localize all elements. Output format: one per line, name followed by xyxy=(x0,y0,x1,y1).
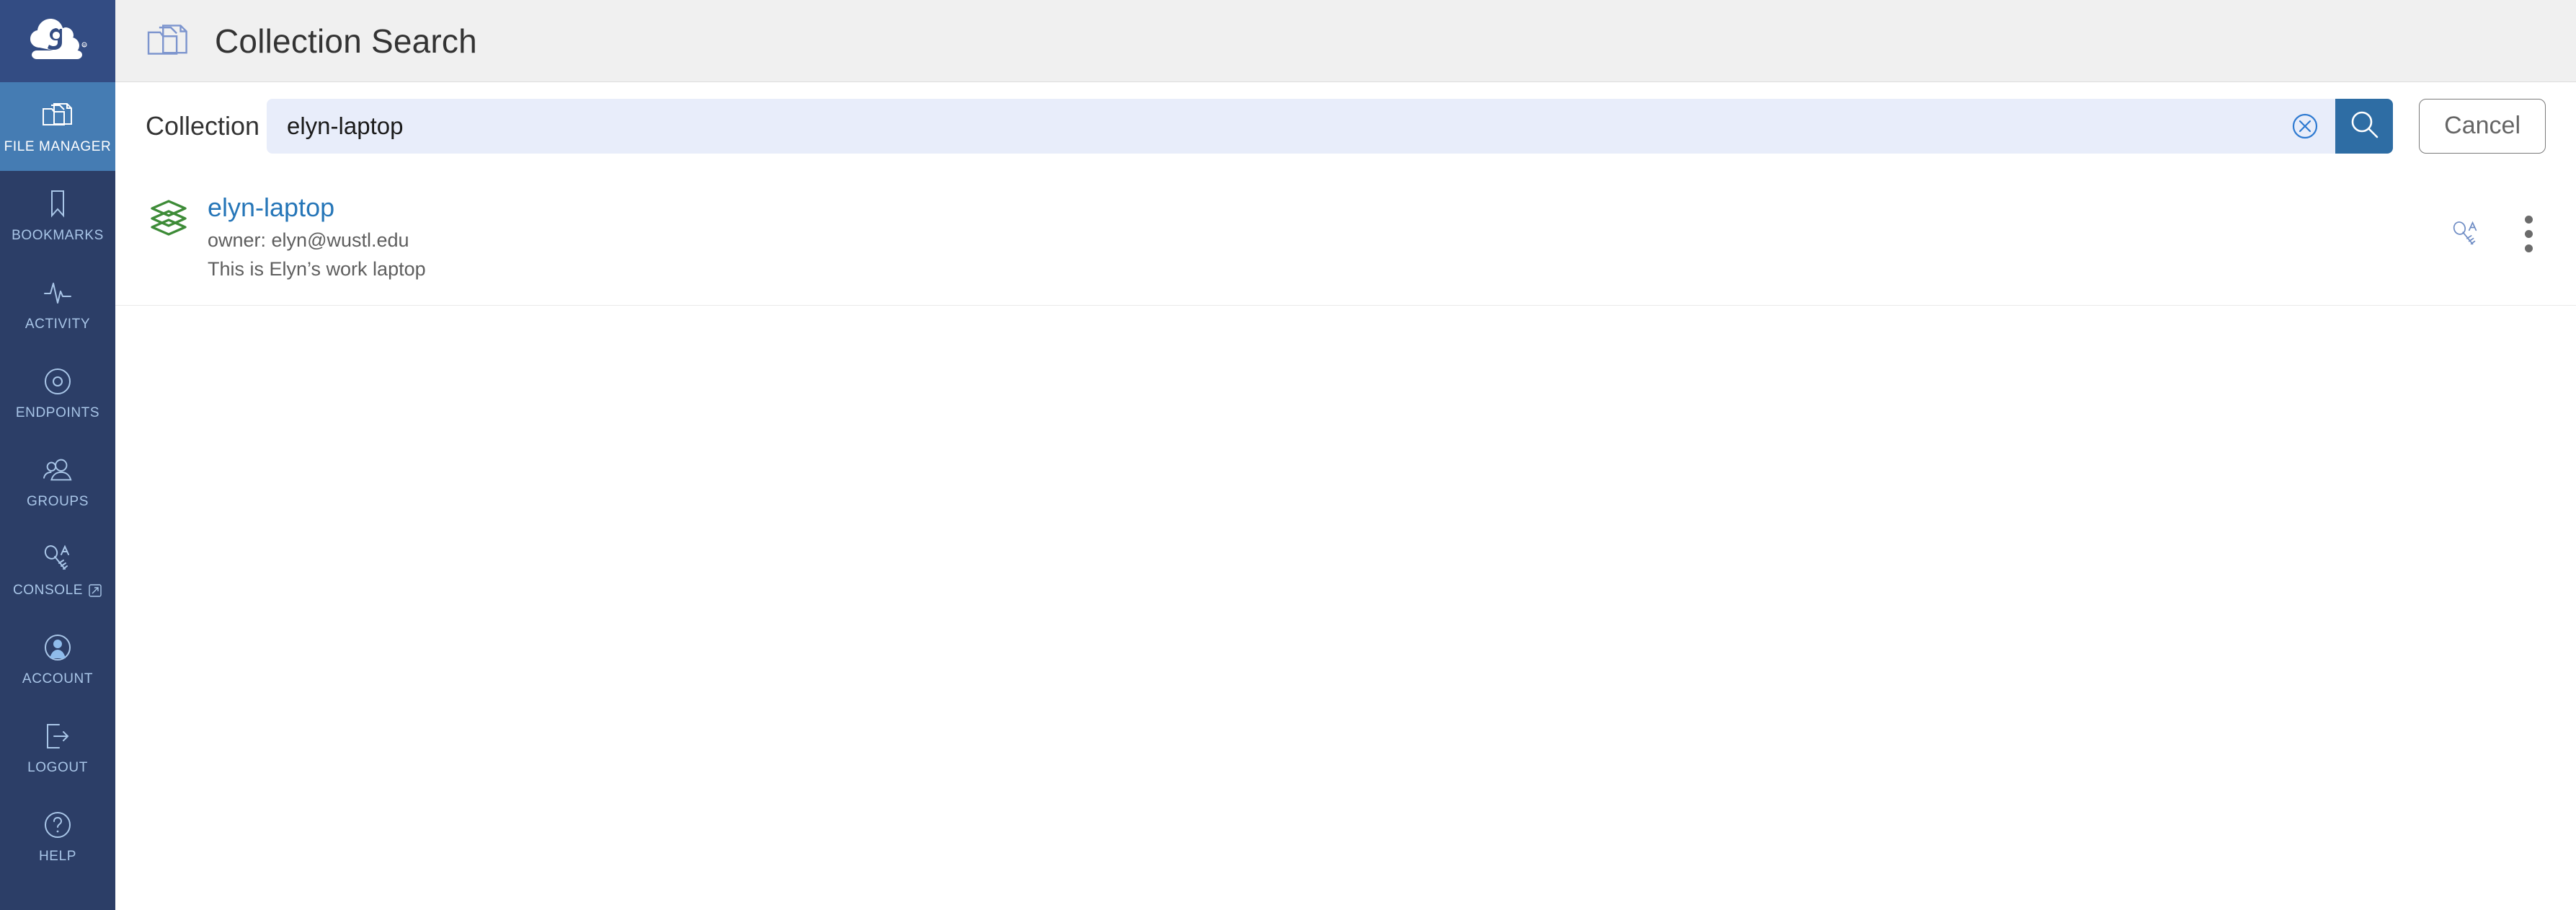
sidebar-item-label: ACCOUNT xyxy=(22,671,94,686)
kebab-dot xyxy=(2525,230,2533,238)
collection-description: This is Elyn’s work laptop xyxy=(208,258,426,280)
sidebar-item-label: HELP xyxy=(38,848,77,864)
globus-logo[interactable]: R xyxy=(0,0,115,82)
sidebar-item-help[interactable]: HELP xyxy=(0,792,115,880)
people-icon xyxy=(41,454,74,487)
table-row[interactable]: elyn-laptop owner: elyn@wustl.edu This i… xyxy=(115,169,2576,306)
row-actions xyxy=(2450,211,2546,257)
sidebar: R FILE MANAGER BOOKMARKS ACTIVITY ENDPOI… xyxy=(0,0,115,910)
search-input[interactable] xyxy=(287,112,2288,140)
sidebar-item-console[interactable]: CONSOLE xyxy=(0,526,115,614)
search-results-list: elyn-laptop owner: elyn@wustl.edu This i… xyxy=(115,169,2576,910)
main-content: Collection Search Collection elyn-laptop… xyxy=(115,0,2576,910)
sidebar-item-label: ENDPOINTS xyxy=(15,405,100,420)
stacked-diamonds-icon xyxy=(146,198,192,236)
search-icon xyxy=(2348,108,2381,143)
search-field-label: Collection xyxy=(146,110,260,141)
key-a-icon[interactable] xyxy=(2450,220,2482,249)
sidebar-item-label-text: CONSOLE xyxy=(12,582,84,598)
sidebar-item-account[interactable]: ACCOUNT xyxy=(0,614,115,703)
search-bar: Collection Cancel xyxy=(115,82,2576,169)
sidebar-item-logout[interactable]: LOGOUT xyxy=(0,703,115,792)
sidebar-item-file-manager[interactable]: FILE MANAGER xyxy=(0,82,115,171)
kebab-menu-icon[interactable] xyxy=(2516,211,2541,257)
search-submit-button[interactable] xyxy=(2335,98,2394,154)
svg-text:R: R xyxy=(83,44,86,48)
pulse-icon xyxy=(41,276,74,309)
result-details: elyn-laptop owner: elyn@wustl.edu This i… xyxy=(208,194,2450,280)
search-input-wrapper xyxy=(267,98,2336,154)
cancel-button[interactable]: Cancel xyxy=(2419,98,2546,154)
sidebar-item-label: GROUPS xyxy=(27,493,89,509)
sidebar-item-bookmarks[interactable]: BOOKMARKS xyxy=(0,171,115,260)
sidebar-item-label: LOGOUT xyxy=(27,759,88,775)
page-title: Collection Search xyxy=(215,22,477,60)
collection-name-link[interactable]: elyn-laptop xyxy=(208,194,2450,221)
sidebar-item-activity[interactable]: ACTIVITY xyxy=(0,260,115,348)
logout-icon xyxy=(41,720,74,753)
kebab-dot xyxy=(2525,216,2533,224)
kebab-dot xyxy=(2525,244,2533,252)
sidebar-item-endpoints[interactable]: ENDPOINTS xyxy=(0,348,115,437)
question-circle-icon xyxy=(41,808,74,841)
folder-icon xyxy=(41,99,74,132)
sidebar-item-label: FILE MANAGER xyxy=(4,138,112,154)
bookmark-icon xyxy=(41,187,74,221)
sidebar-item-label: CONSOLE xyxy=(13,583,102,598)
collection-owner: owner: elyn@wustl.edu xyxy=(208,229,409,251)
sidebar-item-groups[interactable]: GROUPS xyxy=(0,437,115,526)
page-header: Collection Search xyxy=(115,0,2576,82)
target-icon xyxy=(41,365,74,398)
circle-x-icon[interactable] xyxy=(2288,109,2322,143)
user-circle-icon xyxy=(41,631,74,664)
sidebar-item-label: BOOKMARKS xyxy=(12,227,104,243)
app-root: R FILE MANAGER BOOKMARKS ACTIVITY ENDPOI… xyxy=(0,0,2576,910)
key-a-icon xyxy=(41,542,74,575)
external-link-icon xyxy=(88,583,102,598)
collection-folder-icon xyxy=(146,19,190,63)
sidebar-item-label: ACTIVITY xyxy=(25,316,91,332)
